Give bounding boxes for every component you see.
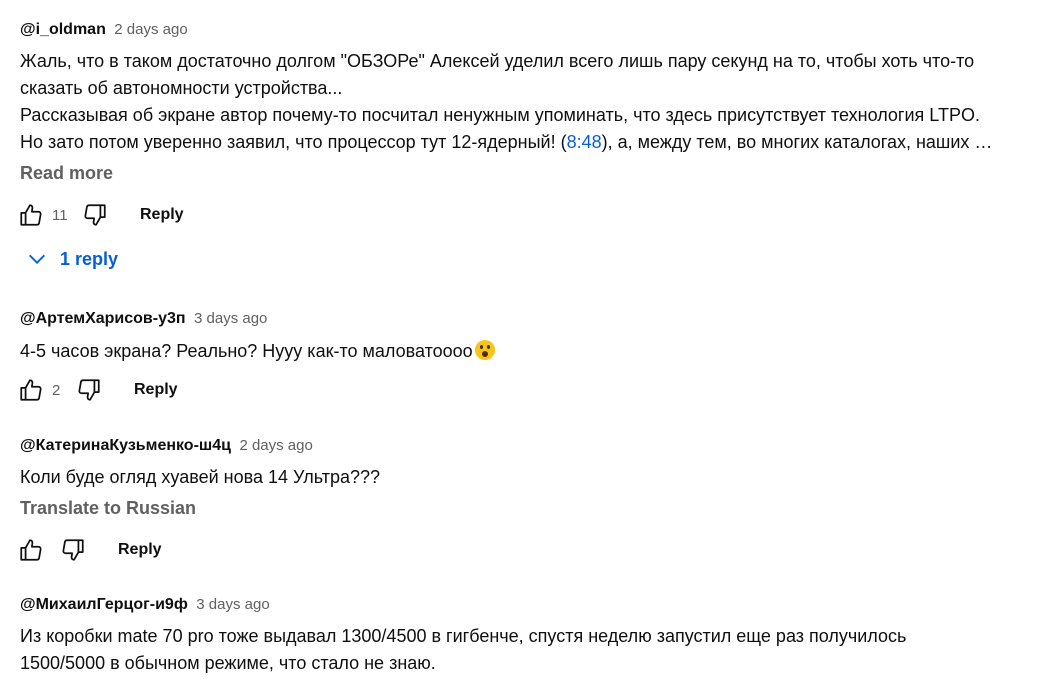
comment-author[interactable]: @МихаилГерцог-и9ф <box>20 596 188 613</box>
comment-line-part: Но зато потом уверенно заявил, что проце… <box>20 132 567 152</box>
chevron-down-icon <box>29 254 45 264</box>
comment-thread: @i_oldman 2 days ago Жаль, что в таком д… <box>20 20 1052 184</box>
replies-count: 1 reply <box>60 248 119 269</box>
comment-line: Коли буде огляд хуавей нова 14 Ультра??? <box>20 467 381 487</box>
comment-text: Из коробки mate 70 pro тоже выдавал 1300… <box>20 623 1052 677</box>
comment-text: Жаль, что в таком достаточно долгом "ОБЗ… <box>20 48 1052 156</box>
comment-line: 4-5 часов экрана? Реально? Нууу как-то м… <box>20 341 473 361</box>
comment-header: @МихаилГерцог-и9ф 3 days ago <box>20 595 1052 615</box>
comment-thread: @АртемХарисов-у3п 3 days ago 4-5 часов э… <box>20 309 1052 365</box>
comment-line: 1500/5000 в обычном режиме, что стало не… <box>20 653 436 673</box>
like-count: 2 <box>52 381 61 399</box>
comment-actions: 2 Reply <box>18 374 178 406</box>
comment-header: @КатеринаКузьменко-ш4ц 2 days ago <box>20 436 1052 456</box>
comment-author[interactable]: @АртемХарисов-у3п <box>20 310 186 327</box>
comment-author[interactable]: @КатеринаКузьменко-ш4ц <box>20 437 231 454</box>
comment-thread: @МихаилГерцог-и9ф 3 days ago Из коробки … <box>20 595 1052 677</box>
comment-time[interactable]: 3 days ago <box>194 310 267 327</box>
dislike-icon[interactable] <box>82 202 108 228</box>
comment-line: сказать об автономности устройства... <box>20 78 343 98</box>
comment-time[interactable]: 2 days ago <box>114 21 187 38</box>
reply-button[interactable]: Reply <box>140 206 184 224</box>
comment-line: Рассказывая об экране автор почему-то по… <box>20 105 980 125</box>
comment-line: Но зато потом уверенно заявил, что проце… <box>20 129 1052 156</box>
like-icon[interactable] <box>18 537 44 563</box>
comment-header: @АртемХарисов-у3п 3 days ago <box>20 309 1052 329</box>
comment-line: Из коробки mate 70 pro тоже выдавал 1300… <box>20 626 907 646</box>
like-count: 11 <box>52 206 68 224</box>
comment-text: Коли буде огляд хуавей нова 14 Ультра??? <box>20 464 1052 491</box>
like-icon[interactable] <box>18 377 44 403</box>
dislike-icon[interactable] <box>60 537 86 563</box>
comment-time[interactable]: 3 days ago <box>196 596 269 613</box>
comment-line-part: ), а, между тем, во многих каталогах, на… <box>601 132 993 152</box>
reply-button[interactable]: Reply <box>134 381 178 399</box>
like-icon[interactable] <box>18 202 44 228</box>
comment-thread: @КатеринаКузьменко-ш4ц 2 days ago Коли б… <box>20 436 1052 519</box>
comment-actions: Reply <box>18 534 162 566</box>
timestamp-link[interactable]: 8:48 <box>567 132 602 152</box>
comment-author[interactable]: @i_oldman <box>20 21 106 38</box>
read-more-button[interactable]: Read more <box>20 162 1052 184</box>
comment-actions: 11 Reply <box>18 199 184 231</box>
comment-time[interactable]: 2 days ago <box>239 437 312 454</box>
comment-text: 4-5 часов экрана? Реально? Нууу как-то м… <box>20 338 1052 365</box>
dislike-icon[interactable] <box>76 377 102 403</box>
comment-header: @i_oldman 2 days ago <box>20 20 1052 40</box>
translate-button[interactable]: Translate to Russian <box>20 497 1052 519</box>
view-replies-button[interactable]: 1 reply <box>26 248 118 270</box>
astonished-face-icon <box>474 340 495 360</box>
comment-line: Жаль, что в таком достаточно долгом "ОБЗ… <box>20 51 975 71</box>
reply-button[interactable]: Reply <box>118 541 162 559</box>
